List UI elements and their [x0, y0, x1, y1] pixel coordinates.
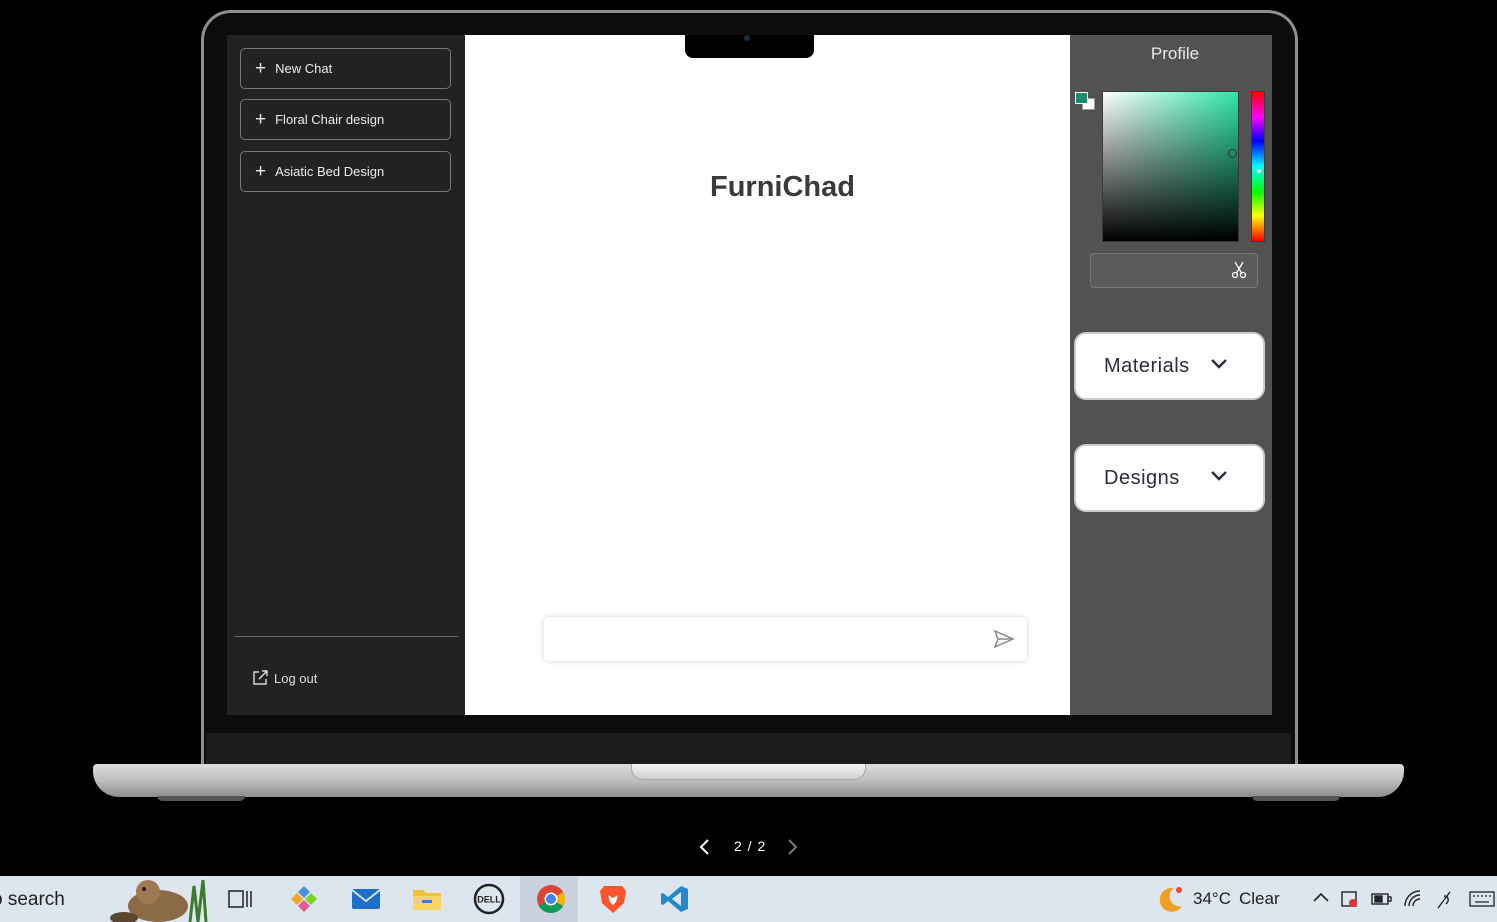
beaver-search-decoration-icon [110, 879, 208, 922]
pen-icon[interactable] [1434, 888, 1456, 910]
logout-label: Log out [274, 670, 318, 686]
wifi-icon[interactable] [1402, 888, 1424, 910]
sidebar: + New Chat + Floral Chair design + Asiat… [227, 35, 465, 715]
task-view-icon[interactable] [224, 883, 256, 915]
materials-dropdown[interactable]: Materials [1074, 332, 1265, 400]
foreground-color-swatch[interactable] [1075, 92, 1088, 104]
hue-slider[interactable] [1251, 91, 1265, 242]
external-link-icon [253, 670, 268, 685]
slide-pager: 2 / 2 [696, 835, 806, 859]
hue-handle[interactable] [1257, 169, 1261, 173]
keyboard-icon[interactable] [1469, 888, 1495, 910]
laptop-chin [206, 733, 1291, 765]
designs-label: Designs [1104, 466, 1180, 489]
meet-now-icon[interactable] [1340, 888, 1362, 910]
pinned-app-icon[interactable] [288, 883, 320, 915]
vscode-icon[interactable] [659, 883, 691, 915]
page-indicator: 2 / 2 [734, 838, 767, 854]
file-explorer-icon[interactable] [411, 883, 443, 915]
app-screen: + New Chat + Floral Chair design + Asiat… [227, 35, 1272, 715]
chat-item-floral-chair[interactable]: + Floral Chair design [240, 99, 451, 140]
camera-icon [744, 35, 750, 41]
moon-icon [1159, 887, 1182, 912]
plus-icon: + [255, 58, 267, 79]
logout-button[interactable]: Log out [251, 669, 317, 687]
chrome-icon[interactable] [535, 883, 567, 915]
saturation-handle[interactable] [1228, 149, 1237, 158]
taskbar-search[interactable]: o search [0, 889, 65, 911]
chevron-up-icon[interactable] [1312, 888, 1330, 908]
color-swatches[interactable] [1075, 92, 1097, 112]
camera-notch [685, 35, 814, 58]
laptop-opening-groove [631, 764, 866, 780]
chat-item-label: Asiatic Bed Design [275, 164, 385, 179]
chevron-down-icon [1211, 359, 1227, 369]
chat-input[interactable] [544, 617, 964, 661]
sidebar-divider [234, 636, 458, 637]
designs-dropdown[interactable]: Designs [1074, 444, 1265, 512]
hex-input[interactable] [1091, 254, 1221, 287]
hex-input-container [1090, 253, 1258, 288]
battery-icon[interactable] [1370, 888, 1394, 910]
dell-icon[interactable]: DELL [473, 883, 505, 915]
taskbar: o search [0, 876, 1497, 922]
materials-label: Materials [1104, 354, 1190, 377]
plus-icon: + [255, 161, 267, 182]
chat-main-area: FurniChad [465, 35, 1070, 715]
weather-temperature: 34°C [1193, 889, 1231, 908]
chat-input-container [544, 617, 1027, 661]
chat-item-label: Floral Chair design [275, 112, 385, 127]
right-panel: Profile Materials Designs [1070, 35, 1272, 715]
laptop-foot-left [157, 796, 245, 801]
plus-icon: + [255, 109, 267, 130]
weather-widget[interactable]: 34°C Clear [1155, 884, 1280, 914]
laptop-foot-right [1252, 796, 1340, 801]
new-chat-label: New Chat [275, 61, 333, 76]
chat-item-asiatic-bed[interactable]: + Asiatic Bed Design [240, 151, 451, 192]
weather-description: Clear [1238, 889, 1280, 908]
brave-icon[interactable] [597, 883, 629, 915]
desktop: + New Chat + Floral Chair design + Asiat… [0, 0, 1497, 922]
chevron-right-icon[interactable] [785, 837, 801, 857]
saturation-value-picker[interactable] [1102, 91, 1239, 242]
new-chat-button[interactable]: + New Chat [240, 48, 451, 89]
app-title: FurniChad [710, 171, 855, 203]
mail-icon[interactable] [350, 883, 382, 915]
send-icon[interactable] [993, 629, 1015, 649]
chevron-down-icon [1211, 471, 1227, 481]
svg-text:DELL: DELL [477, 895, 501, 905]
profile-link[interactable]: Profile [1070, 44, 1272, 64]
scissors-icon[interactable] [1231, 261, 1247, 279]
chevron-left-icon[interactable] [696, 837, 712, 857]
